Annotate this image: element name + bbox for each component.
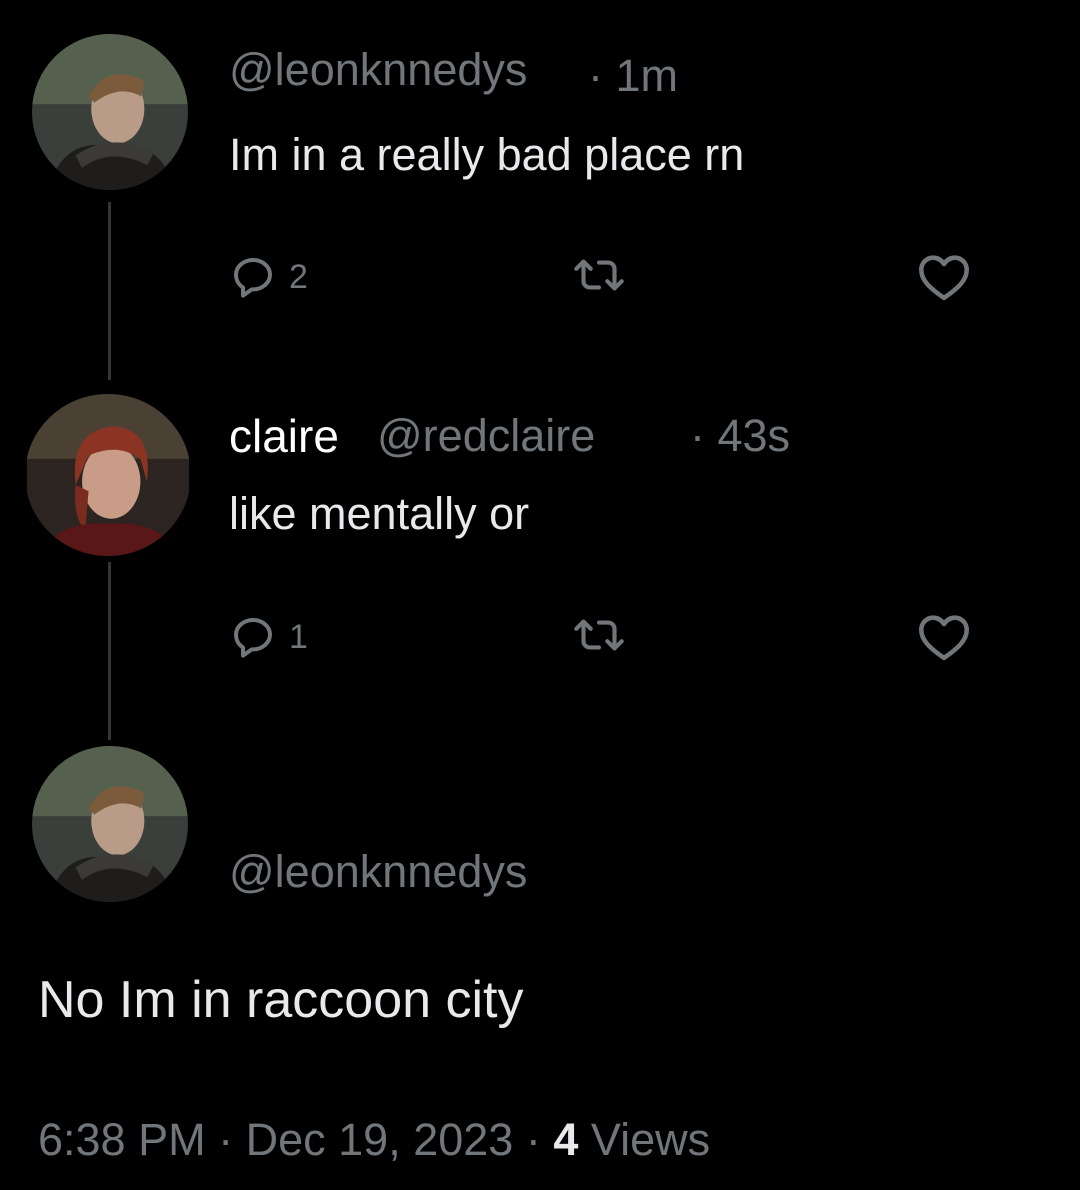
- claire-avatar-icon: [27, 394, 189, 556]
- tweet-meta: 6:38 PM · Dec 19, 2023 · 4 Views: [38, 1114, 710, 1166]
- meta-separator: ·: [218, 1114, 234, 1165]
- heart-outline-icon: [919, 615, 969, 661]
- tweet-handle[interactable]: @redclaire: [377, 410, 595, 462]
- meta-separator: ·: [525, 1114, 541, 1165]
- speech-bubble-icon: [234, 618, 272, 658]
- like-button[interactable]: [916, 612, 972, 662]
- display-name[interactable]: claire: [229, 409, 339, 463]
- tweet-time[interactable]: 6:38 PM: [38, 1114, 206, 1165]
- reply-count: 2: [289, 257, 308, 296]
- heart-outline-icon: [919, 255, 969, 301]
- retweet-button[interactable]: [568, 610, 630, 660]
- thread-line: [108, 562, 111, 740]
- views-count: 4: [553, 1114, 579, 1165]
- tweet-text: Im in a really bad place rn: [229, 129, 745, 180]
- leon-avatar[interactable]: [32, 746, 188, 902]
- retweet-button[interactable]: [568, 250, 630, 300]
- thread-line: [108, 202, 111, 380]
- main-tweet-text: No Im in raccoon city: [38, 971, 524, 1029]
- tweet-time[interactable]: · 43s: [690, 410, 790, 462]
- tweet-handle[interactable]: @leonknnedys: [229, 44, 527, 96]
- tweet-date[interactable]: Dec 19, 2023: [246, 1114, 514, 1165]
- reply-button[interactable]: 2: [229, 253, 308, 301]
- views-link[interactable]: 4 Views: [553, 1114, 710, 1165]
- leon-avatar-icon: [32, 746, 188, 902]
- retweet-arrows-icon: [574, 259, 624, 291]
- claire-avatar[interactable]: [25, 394, 191, 556]
- speech-bubble-icon: [234, 258, 272, 298]
- like-button[interactable]: [916, 252, 972, 302]
- reply-count: 1: [289, 617, 308, 656]
- views-label: Views: [590, 1114, 711, 1165]
- reply-button[interactable]: 1: [229, 613, 308, 661]
- leon-avatar[interactable]: [32, 34, 188, 190]
- tweet-text: like mentally or: [229, 488, 530, 539]
- retweet-arrows-icon: [574, 619, 624, 651]
- tweet-time[interactable]: · 1m: [588, 50, 678, 102]
- main-tweet-handle[interactable]: @leonknnedys: [229, 846, 527, 898]
- leon-avatar-icon: [32, 34, 188, 190]
